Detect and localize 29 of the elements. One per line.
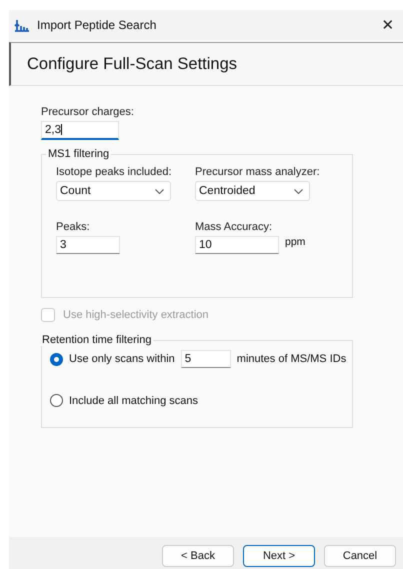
input-field[interactable]: 5	[180, 350, 231, 368]
field-label: Peaks:	[56, 221, 91, 233]
group-title: MS1 filtering	[47, 148, 110, 160]
app-icon	[14, 18, 30, 32]
dialog-button[interactable]: Next >	[243, 545, 315, 567]
radio-button[interactable]	[50, 394, 63, 407]
input-field[interactable]: 2,3	[41, 121, 119, 140]
dialog-button[interactable]: < Back	[162, 545, 234, 567]
chevron-icon	[294, 188, 303, 194]
field-label: Precursor charges:	[41, 106, 134, 118]
radio-button[interactable]	[50, 352, 63, 366]
group-title: Retention time filtering	[41, 334, 152, 346]
chevron-icon	[155, 188, 164, 194]
close-button[interactable]: ✕	[373, 10, 403, 40]
radio-label: Use only scans within	[69, 353, 175, 365]
input-field[interactable]: 3	[56, 236, 120, 254]
unit-label: ppm	[285, 236, 306, 248]
dropdown[interactable]: Centroided	[195, 181, 310, 201]
field-label: Mass Accuracy:	[195, 221, 274, 233]
dropdown[interactable]: Count	[56, 181, 171, 201]
radio-label: Include all matching scans	[69, 394, 198, 406]
page-title: Configure Full-Scan Settings	[27, 54, 238, 74]
field-label: Precursor mass analyzer:	[195, 166, 321, 178]
input-field[interactable]: 10	[195, 236, 279, 254]
checkbox-label: Use high-selectivity extraction	[63, 309, 209, 321]
field-label: Isotope peaks included:	[56, 166, 173, 178]
unit-label: minutes of MS/MS IDs	[236, 353, 346, 365]
dialog-button[interactable]: Cancel	[324, 545, 396, 567]
window-title: Import Peptide Search	[37, 18, 158, 32]
